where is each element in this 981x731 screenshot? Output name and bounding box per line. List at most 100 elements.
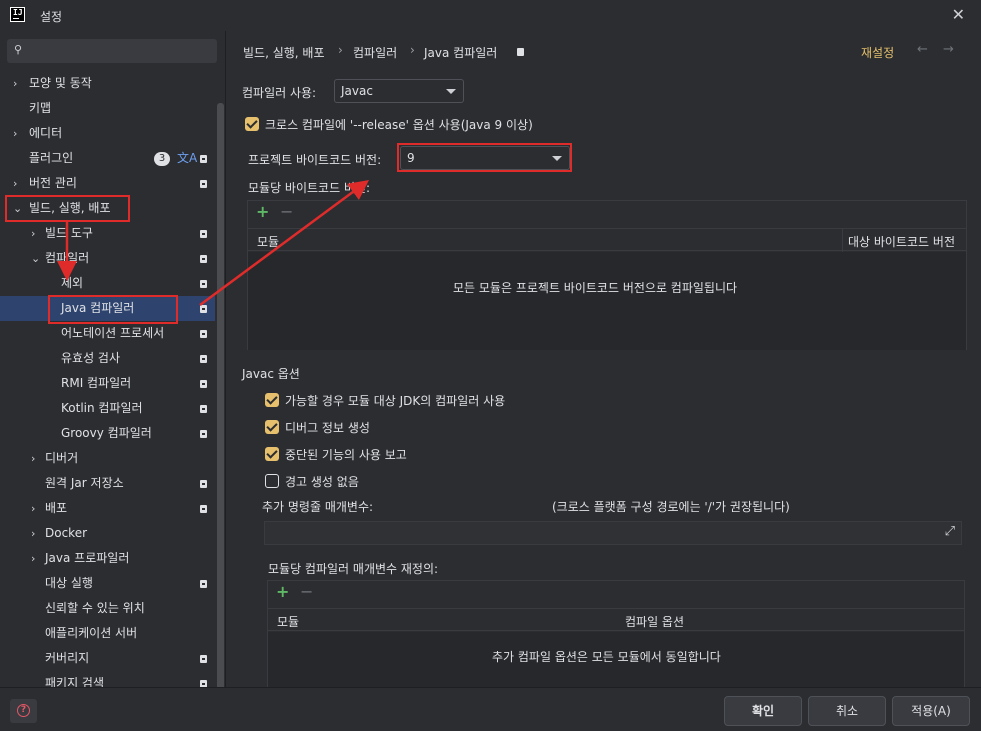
sidebar-item-java-profiler[interactable]: › Java 프로파일러 — [0, 546, 215, 571]
help-button[interactable]: ? — [10, 699, 37, 723]
no-warnings-checkbox[interactable] — [265, 474, 279, 488]
sidebar-item-excludes[interactable]: 제외 — [0, 271, 215, 296]
sidebar-item-validation[interactable]: 유효성 검사 — [0, 346, 215, 371]
settings-sidebar: ⚲ › 모양 및 동작 키맵 › 에디터 플러그인 3 文A › 버전 관리 ⌄… — [0, 31, 226, 687]
sidebar-item-coverage[interactable]: 커버리지 — [0, 646, 215, 671]
extra-params-hint: (크로스 플랫폼 구성 경로에는 '/'가 권장됩니다) — [552, 500, 790, 514]
search-box[interactable]: ⚲ — [7, 39, 217, 63]
annotation-box-build — [5, 195, 130, 222]
back-arrow-icon[interactable]: ← — [917, 42, 928, 57]
project-scope-icon — [200, 580, 207, 588]
project-scope-icon — [200, 155, 207, 163]
breadcrumb-separator-icon: › — [410, 43, 415, 57]
translate-icon: 文A — [177, 151, 198, 165]
project-scope-icon — [200, 680, 207, 687]
release-option-checkbox[interactable] — [245, 117, 259, 131]
column-header-compile-options[interactable]: 컴파일 옵션 — [625, 613, 684, 630]
project-scope-icon — [200, 355, 207, 363]
project-scope-icon — [200, 480, 207, 488]
sidebar-item-app-servers[interactable]: 애플리케이션 서버 — [0, 621, 215, 646]
expand-icon[interactable]: ⤢ — [945, 524, 955, 539]
chevron-right-icon: › — [31, 452, 36, 465]
project-scope-icon — [200, 380, 207, 388]
table-toolbar: + − — [268, 581, 964, 606]
empty-table-text: 모든 모듈은 프로젝트 바이트코드 버전으로 컴파일됩니다 — [453, 281, 738, 295]
breadcrumb-java-compiler: Java 컴파일러 — [424, 46, 498, 60]
sidebar-item-run-targets[interactable]: 대상 실행 — [0, 571, 215, 596]
debug-info-label: 디버그 정보 생성 — [285, 421, 370, 435]
forward-arrow-icon[interactable]: → — [943, 42, 954, 57]
annotation-box-java-compiler — [48, 295, 178, 324]
add-icon[interactable]: + — [256, 202, 269, 221]
ok-button[interactable]: 확인 — [724, 696, 802, 726]
remove-icon[interactable]: − — [300, 582, 313, 601]
extra-params-label: 추가 명령줄 매개변수: — [262, 500, 374, 514]
column-header-module[interactable]: 모듈 — [277, 613, 299, 630]
chevron-right-icon: › — [31, 227, 36, 240]
annotation-box-bytecode-version — [397, 143, 572, 172]
sidebar-item-plugins[interactable]: 플러그인 3 文A — [0, 146, 215, 171]
cancel-button[interactable]: 취소 — [808, 696, 886, 726]
sidebar-item-groovy-compiler[interactable]: Groovy 컴파일러 — [0, 421, 215, 446]
title-bar: IJ 설정 ✕ — [0, 0, 981, 31]
column-header-module[interactable]: 모듈 — [257, 233, 279, 250]
bytecode-version-label: 프로젝트 바이트코드 버전: — [248, 153, 382, 167]
project-scope-icon — [517, 48, 524, 56]
sidebar-item-annotation-processors[interactable]: 어노테이션 프로세서 — [0, 321, 215, 346]
column-divider — [842, 229, 843, 252]
override-params-label: 모듈당 컴파일러 매개변수 재정의: — [268, 562, 439, 576]
table-header: 모듈 컴파일 옵션 — [268, 608, 964, 631]
project-scope-icon — [200, 305, 207, 313]
use-module-jdk-label: 가능할 경우 모듈 대상 JDK의 컴파일러 사용 — [285, 394, 506, 408]
sidebar-item-remote-jar[interactable]: 원격 Jar 저장소 — [0, 471, 215, 496]
sidebar-item-docker[interactable]: › Docker — [0, 521, 215, 546]
breadcrumb-build[interactable]: 빌드, 실행, 배포 — [243, 44, 325, 61]
no-warnings-label: 경고 생성 없음 — [285, 475, 359, 489]
intellij-logo-icon: IJ — [10, 7, 25, 22]
settings-content: 빌드, 실행, 배포 › 컴파일러 › Java 컴파일러 재설정 ← → 컴파… — [227, 31, 981, 687]
deprecation-checkbox[interactable] — [265, 447, 279, 461]
apply-button[interactable]: 적용(A) — [892, 696, 970, 726]
project-scope-icon — [200, 655, 207, 663]
sidebar-scrollbar[interactable] — [217, 103, 224, 687]
per-module-bytecode-label: 모듈당 바이트코드 버전: — [248, 181, 371, 195]
sidebar-item-deployment[interactable]: › 배포 — [0, 496, 215, 521]
chevron-right-icon: › — [13, 77, 18, 90]
project-scope-icon — [200, 330, 207, 338]
per-module-bytecode-table: + − 모듈 대상 바이트코드 버전 모든 모듈은 프로젝트 바이트코드 버전으… — [247, 200, 967, 350]
release-option-label: 크로스 컴파일에 '--release' 옵션 사용(Java 9 이상) — [265, 118, 533, 132]
sidebar-item-editor[interactable]: › 에디터 — [0, 121, 215, 146]
sidebar-item-vcs[interactable]: › 버전 관리 — [0, 171, 215, 196]
reset-button[interactable]: 재설정 — [861, 44, 894, 61]
sidebar-item-debugger[interactable]: › 디버거 — [0, 446, 215, 471]
sidebar-item-appearance[interactable]: › 모양 및 동작 — [0, 71, 215, 96]
close-icon[interactable]: ✕ — [952, 5, 965, 24]
plugin-update-badge: 3 — [154, 152, 170, 166]
chevron-right-icon: › — [13, 127, 18, 140]
sidebar-item-kotlin-compiler[interactable]: Kotlin 컴파일러 — [0, 396, 215, 421]
window-title: 설정 — [40, 10, 63, 24]
extra-params-input[interactable]: ⤢ — [264, 521, 962, 545]
sidebar-item-package-search[interactable]: 패키지 검색 — [0, 671, 215, 687]
project-scope-icon — [200, 430, 207, 438]
sidebar-item-rmi-compiler[interactable]: RMI 컴파일러 — [0, 371, 215, 396]
breadcrumb-compiler[interactable]: 컴파일러 — [353, 44, 397, 61]
project-scope-icon — [200, 230, 207, 238]
empty-table-text: 추가 컴파일 옵션은 모든 모듈에서 동일합니다 — [492, 650, 721, 664]
search-input[interactable] — [33, 42, 213, 60]
sidebar-item-build-tools[interactable]: › 빌드 도구 — [0, 221, 215, 246]
debug-info-checkbox[interactable] — [265, 420, 279, 434]
sidebar-item-compiler[interactable]: ⌄ 컴파일러 — [0, 246, 215, 271]
table-header: 모듈 대상 바이트코드 버전 — [248, 228, 966, 252]
sidebar-item-keymap[interactable]: 키맵 — [0, 96, 215, 121]
sidebar-item-trusted-locations[interactable]: 신뢰할 수 있는 위치 — [0, 596, 215, 621]
use-module-jdk-checkbox[interactable] — [265, 393, 279, 407]
project-scope-icon — [200, 505, 207, 513]
chevron-right-icon: › — [31, 552, 36, 565]
table-body: 모든 모듈은 프로젝트 바이트코드 버전으로 컴파일됩니다 — [248, 252, 966, 350]
column-header-target-bytecode[interactable]: 대상 바이트코드 버전 — [848, 233, 955, 250]
compiler-select[interactable]: Javac — [334, 79, 464, 103]
remove-icon[interactable]: − — [280, 202, 293, 221]
table-body: 추가 컴파일 옵션은 모든 모듈에서 동일합니다 — [268, 632, 964, 687]
add-icon[interactable]: + — [276, 582, 289, 601]
